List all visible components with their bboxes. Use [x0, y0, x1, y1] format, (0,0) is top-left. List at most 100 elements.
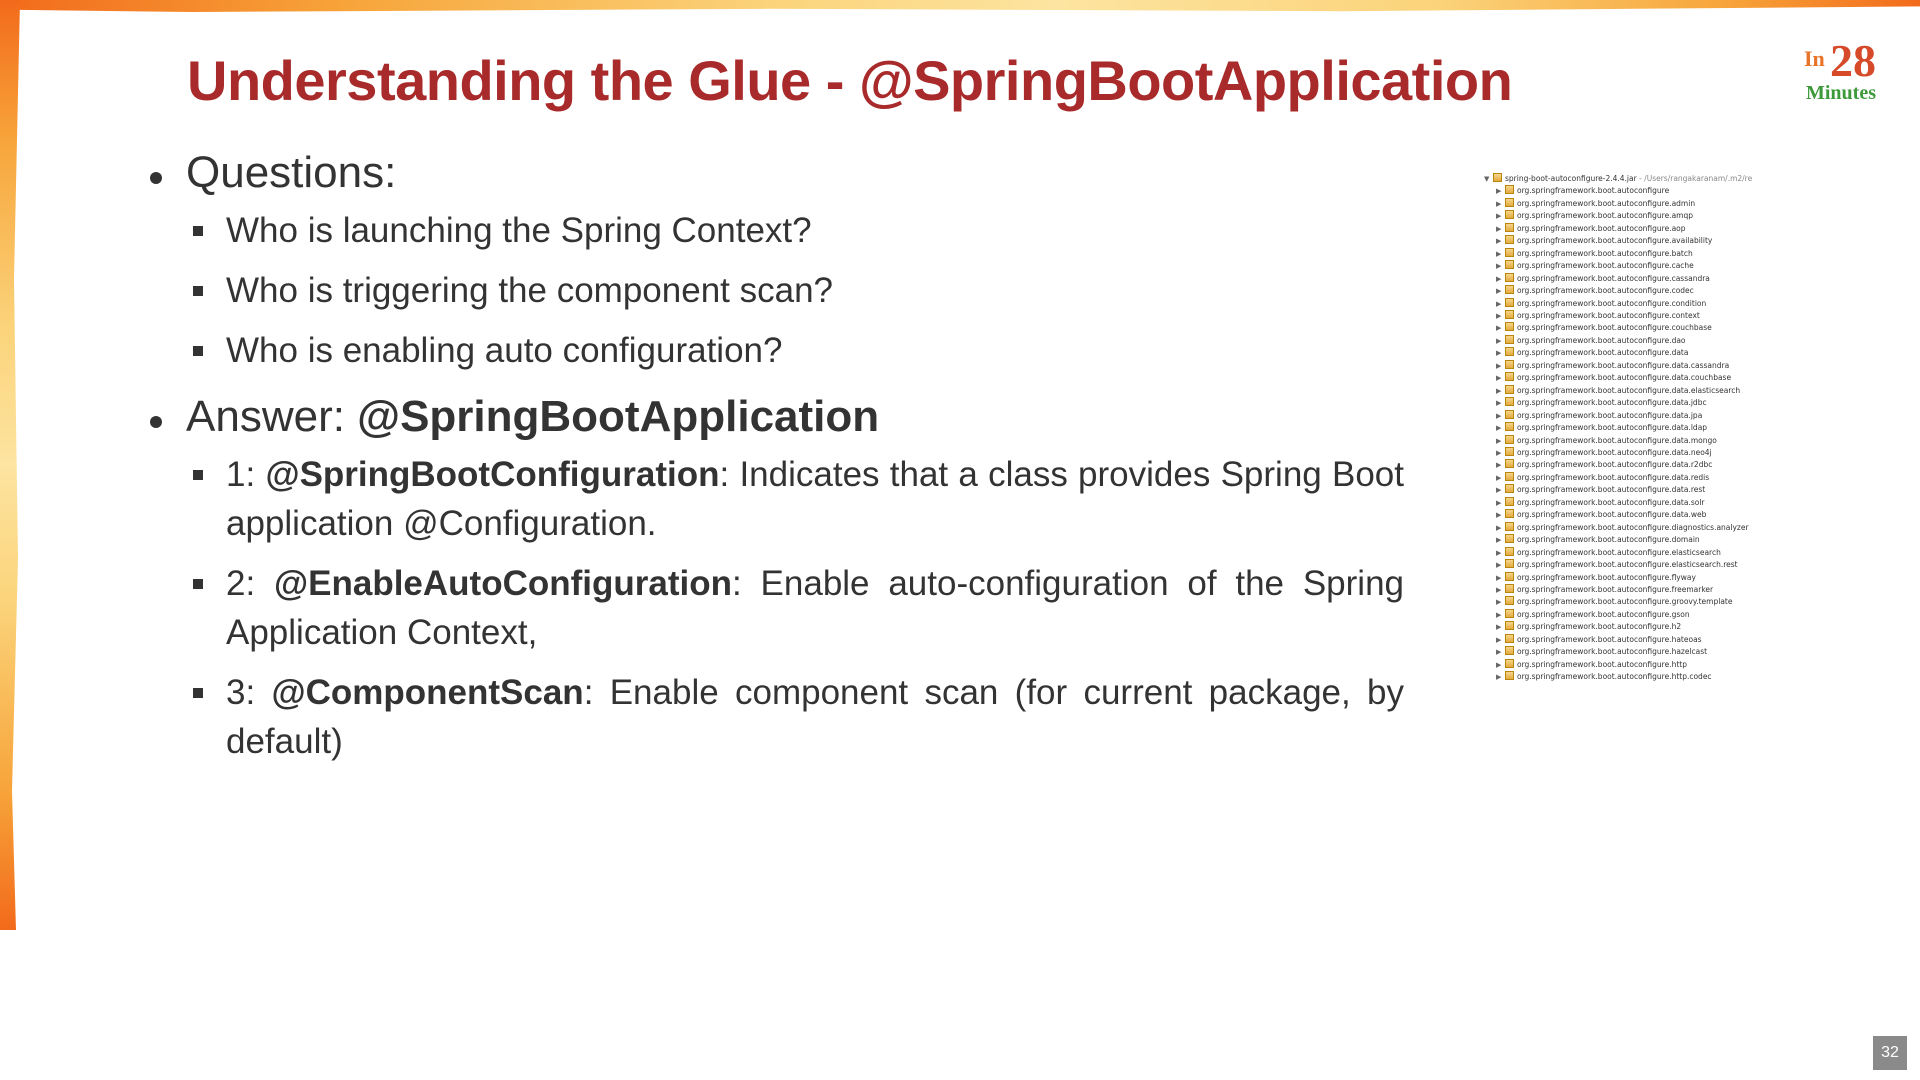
- tree-root-label: spring-boot-autoconfigure-2.4.4.jar: [1505, 174, 1637, 183]
- expand-right-icon: ▶: [1496, 386, 1502, 395]
- package-icon: [1505, 446, 1514, 456]
- logo-number: 28: [1830, 35, 1876, 86]
- answer-heading: Answer: @SpringBootApplication: [140, 390, 1420, 444]
- package-icon: [1505, 210, 1514, 220]
- package-icon: [1505, 384, 1514, 394]
- package-label: org.springframework.boot.autoconfigure.h…: [1517, 622, 1682, 632]
- tree-package-row: ▶ org.springframework.boot.autoconfigure.…: [1484, 471, 1766, 484]
- package-tree-screenshot: ▼ spring-boot-autoconfigure-2.4.4.jar - /…: [1484, 173, 1766, 689]
- tree-package-row: ▶ org.springframework.boot.autoconfigure.…: [1484, 334, 1766, 347]
- package-icon: [1505, 297, 1514, 307]
- expand-down-icon: ▼: [1484, 175, 1490, 183]
- tree-package-row: ▶ org.springframework.boot.autoconfigure.…: [1484, 509, 1766, 521]
- tree-package-row: ▶ org.springframework.boot.autoconfigure.…: [1484, 434, 1766, 447]
- tree-package-row: ▶ org.springframework.boot.autoconfigure.…: [1484, 459, 1766, 471]
- expand-right-icon: ▶: [1496, 486, 1502, 495]
- tree-package-row: ▶ org.springframework.boot.autoconfigure.…: [1484, 210, 1766, 222]
- in28minutes-logo: In 28 Minutes: [1802, 34, 1902, 110]
- package-label: org.springframework.boot.autoconfigure.h…: [1517, 659, 1687, 669]
- expand-right-icon: ▶: [1496, 324, 1502, 333]
- package-label: org.springframework.boot.autoconfigure.d…: [1517, 423, 1708, 433]
- tree-package-row: ▶ org.springframework.boot.autoconfigure.…: [1484, 260, 1766, 272]
- expand-right-icon: ▶: [1496, 399, 1502, 408]
- logo-word: Minutes: [1806, 82, 1876, 104]
- package-label: org.springframework.boot.autoconfigure.d…: [1517, 535, 1700, 545]
- package-icon: [1505, 534, 1514, 544]
- expand-right-icon: ▶: [1496, 361, 1502, 370]
- package-label: org.springframework.boot.autoconfigure.d…: [1517, 360, 1730, 370]
- expand-right-icon: ▶: [1496, 212, 1502, 221]
- package-label: org.springframework.boot.autoconfigure.h…: [1517, 647, 1708, 657]
- question-item: Who is triggering the component scan?: [186, 266, 1404, 315]
- expand-right-icon: ▶: [1496, 224, 1502, 233]
- tree-package-list: ▶ org.springframework.boot.autoconfigure ▶…: [1484, 185, 1766, 683]
- package-icon: [1505, 347, 1514, 357]
- answer-item: 3: @ComponentScan: Enable component scan…: [186, 668, 1404, 766]
- package-label: org.springframework.boot.autoconfigure: [1517, 186, 1670, 196]
- package-label: org.springframework.boot.autoconfigure.h…: [1517, 672, 1712, 682]
- package-label: org.springframework.boot.autoconfigure.g…: [1517, 597, 1733, 607]
- answer-value: @SpringBootApplication: [357, 392, 880, 441]
- tree-package-row: ▶ org.springframework.boot.autoconfigure.…: [1484, 247, 1766, 260]
- expand-right-icon: ▶: [1496, 523, 1502, 532]
- questions-heading: Questions:: [140, 146, 1420, 200]
- slide-content: Questions: Who is launching the Spring C…: [140, 146, 1420, 777]
- question-item: Who is enabling auto configuration?: [186, 326, 1404, 375]
- package-icon: [1505, 185, 1514, 195]
- expand-right-icon: ▶: [1496, 249, 1502, 258]
- package-icon: [1505, 359, 1514, 369]
- expand-right-icon: ▶: [1496, 237, 1502, 246]
- package-icon: [1505, 571, 1514, 581]
- package-label: org.springframework.boot.autoconfigure.c…: [1517, 298, 1707, 308]
- package-label: org.springframework.boot.autoconfigure.a…: [1517, 211, 1693, 221]
- answer-item-prefix: 2:: [226, 564, 275, 603]
- package-icon: [1505, 285, 1514, 295]
- package-icon: [1505, 521, 1514, 531]
- tree-package-row: ▶ org.springframework.boot.autoconfigure.…: [1484, 671, 1766, 683]
- tree-package-row: ▶ org.springframework.boot.autoconfigure.…: [1484, 546, 1766, 559]
- tree-package-row: ▶ org.springframework.boot.autoconfigure.…: [1484, 372, 1766, 384]
- tree-package-row: ▶ org.springframework.boot.autoconfigure.…: [1484, 309, 1766, 322]
- package-icon: [1505, 484, 1514, 494]
- tree-package-row: ▶ org.springframework.boot.autoconfigure.…: [1484, 583, 1766, 596]
- package-label: org.springframework.boot.autoconfigure.e…: [1517, 547, 1721, 557]
- tree-package-row: ▶ org.springframework.boot.autoconfigure.…: [1484, 608, 1766, 621]
- expand-right-icon: ▶: [1496, 635, 1502, 644]
- package-label: org.springframework.boot.autoconfigure.d…: [1517, 460, 1713, 470]
- package-icon: [1505, 409, 1514, 419]
- tree-package-row: ▶ org.springframework.boot.autoconfigure.…: [1484, 422, 1766, 434]
- package-icon: [1505, 608, 1514, 618]
- expand-right-icon: ▶: [1496, 561, 1502, 570]
- expand-right-icon: ▶: [1496, 448, 1502, 457]
- expand-right-icon: ▶: [1496, 648, 1502, 657]
- tree-root-path: - /Users/rangakaranam/.m2/re: [1636, 174, 1753, 183]
- package-icon: [1505, 621, 1514, 631]
- package-icon: [1505, 334, 1514, 344]
- expand-right-icon: ▶: [1496, 436, 1502, 445]
- answer-list: 1: @SpringBootConfiguration: Indicates t…: [140, 450, 1420, 766]
- expand-right-icon: ▶: [1496, 536, 1502, 545]
- answer-item-prefix: 3:: [226, 673, 272, 712]
- package-label: org.springframework.boot.autoconfigure.f…: [1517, 584, 1714, 594]
- annotation-name: @SpringBootConfiguration: [265, 455, 720, 494]
- tree-package-row: ▶ org.springframework.boot.autoconfigure.…: [1484, 521, 1766, 534]
- tree-package-row: ▶ org.springframework.boot.autoconfigure.…: [1484, 534, 1766, 546]
- package-icon: [1505, 372, 1514, 382]
- package-icon: [1505, 546, 1514, 556]
- answer-item: 1: @SpringBootConfiguration: Indicates t…: [186, 450, 1404, 548]
- tree-package-row: ▶ org.springframework.boot.autoconfigure.…: [1484, 322, 1766, 334]
- package-label: org.springframework.boot.autoconfigure.d…: [1517, 497, 1705, 507]
- expand-right-icon: ▶: [1496, 511, 1502, 520]
- decorative-top-border: [0, 0, 1920, 12]
- package-label: org.springframework.boot.autoconfigure.a…: [1517, 236, 1713, 246]
- package-label: org.springframework.boot.autoconfigure.d…: [1517, 472, 1710, 482]
- tree-package-row: ▶ org.springframework.boot.autoconfigure.…: [1484, 272, 1766, 285]
- package-icon: [1505, 583, 1514, 593]
- expand-right-icon: ▶: [1496, 199, 1502, 208]
- package-label: org.springframework.boot.autoconfigure.d…: [1517, 335, 1686, 345]
- expand-right-icon: ▶: [1496, 610, 1502, 619]
- package-label: org.springframework.boot.autoconfigure.d…: [1517, 522, 1749, 532]
- answer-item: 2: @EnableAutoConfiguration: Enable auto…: [186, 559, 1404, 657]
- package-icon: [1505, 633, 1514, 643]
- package-icon: [1505, 658, 1514, 668]
